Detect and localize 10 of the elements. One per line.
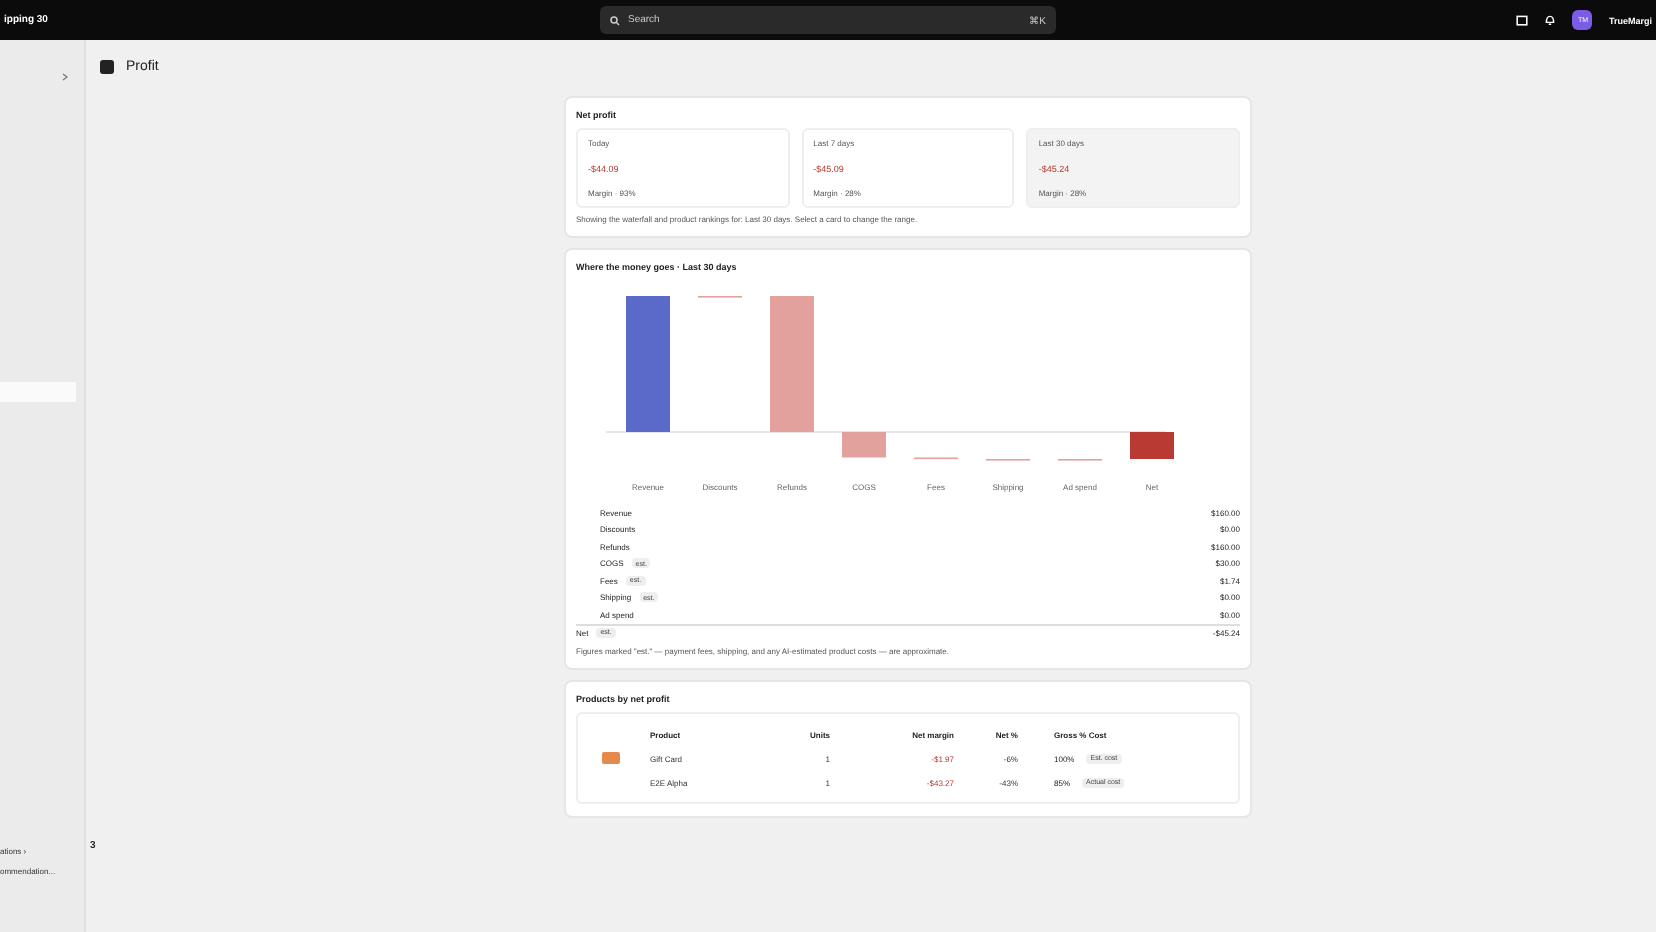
- search-icon: [610, 15, 620, 25]
- page-icon: [100, 59, 114, 73]
- bell-icon[interactable]: [1544, 14, 1557, 26]
- waterfall-bar: [626, 296, 670, 432]
- waterfall-bar: [842, 432, 886, 458]
- product-thumbnail: [602, 752, 620, 764]
- waterfall-bar: [770, 296, 814, 432]
- waterfall-bar: [1130, 432, 1174, 459]
- box-icon[interactable]: [1516, 14, 1529, 26]
- collapse-icon[interactable]: [60, 72, 70, 82]
